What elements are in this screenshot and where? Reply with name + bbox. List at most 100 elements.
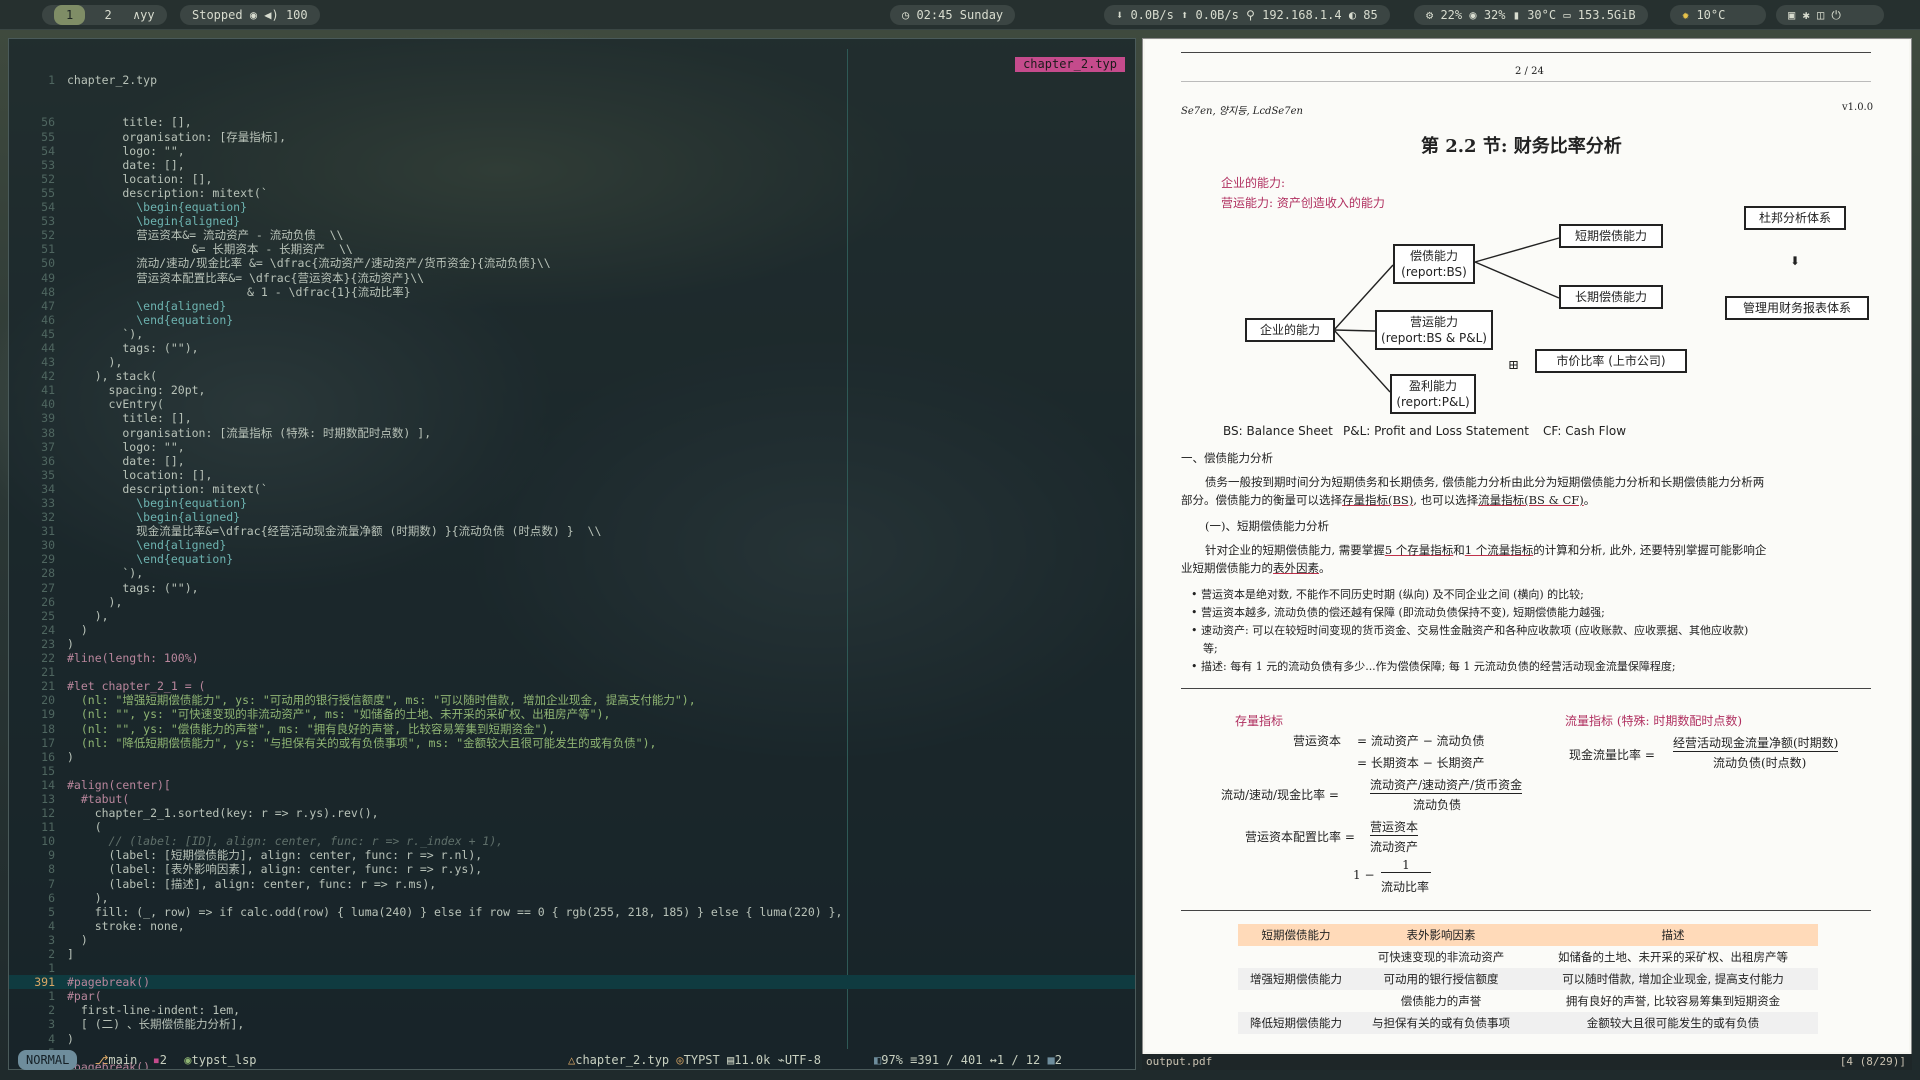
code-line[interactable]: 52 营运资本&= 流动资产 - 流动负债 \\ bbox=[9, 228, 1135, 242]
code-line[interactable]: 49 营运资本配置比率&= \dfrac{营运资本}{流动资产}\\ bbox=[9, 271, 1135, 285]
lock-icon[interactable]: ▣ bbox=[1788, 8, 1795, 22]
code-line[interactable]: 39 title: [], bbox=[9, 411, 1135, 425]
system-widget[interactable]: ⚙ 22% ◉ 32% ▮ 30°C ▭ 153.5GiB bbox=[1414, 5, 1648, 25]
p2-link-stock[interactable]: 5 个存量指标 bbox=[1385, 543, 1453, 557]
code-line[interactable]: 15 bbox=[9, 764, 1135, 778]
p2-link-offbalance[interactable]: 表外因素 bbox=[1273, 561, 1319, 575]
settings-icon[interactable]: ✱ bbox=[1802, 8, 1809, 22]
code-text: location: [], bbox=[67, 467, 213, 482]
code-area[interactable]: 1 chapter_2.typ 56 title: [], 55 organisat… bbox=[9, 45, 1135, 1069]
code-line[interactable]: 1 #par( bbox=[9, 989, 1135, 1003]
code-line[interactable]: 16) bbox=[9, 750, 1135, 764]
power-icon[interactable]: ⏻ bbox=[1831, 8, 1841, 22]
code-line[interactable]: 38 organisation: [流量指标 (特殊: 时期数配时点数) ], bbox=[9, 426, 1135, 440]
code-line[interactable]: 44 tags: (""), bbox=[9, 341, 1135, 355]
code-line[interactable]: 55 description: mitext(` bbox=[9, 186, 1135, 200]
code-line[interactable]: 11 ( bbox=[9, 820, 1135, 834]
code-line[interactable]: 53 \begin{aligned} bbox=[9, 214, 1135, 228]
code-line[interactable]: 51 &= 长期资本 - 长期资产 \\ bbox=[9, 242, 1135, 256]
music-widget[interactable]: Stopped ◉ ◀) 100 bbox=[180, 5, 320, 25]
code-line[interactable]: 14 #align(center)[ bbox=[9, 778, 1135, 792]
code-line[interactable]: 7 (label: [描述], align: center, func: r =… bbox=[9, 877, 1135, 891]
code-line[interactable]: 27 tags: (""), bbox=[9, 580, 1135, 595]
code-line[interactable]: 21 #let chapter_2_1 = ( bbox=[9, 679, 1135, 693]
code-line[interactable]: 53 date: [], bbox=[9, 158, 1135, 172]
status-line: NORMAL ⎇ main ▪ 2 ◉ typst_lsp △ chapter_… bbox=[8, 1050, 1136, 1070]
workspace-1[interactable]: 1 bbox=[54, 5, 86, 25]
code-line[interactable]: 34 description: mitext(` bbox=[9, 482, 1135, 496]
code-line[interactable]: 21 bbox=[9, 665, 1135, 679]
tray-widget[interactable]: ▣ ✱ ◫ ⏻ bbox=[1776, 5, 1884, 25]
p2-link-flow[interactable]: 1 个流量指标 bbox=[1465, 543, 1533, 557]
code-line[interactable]: 10 // (label: [ID], align: center, func:… bbox=[9, 834, 1135, 849]
code-line[interactable]: 45 `), bbox=[9, 327, 1135, 341]
line-number: 4 bbox=[48, 1031, 55, 1046]
code-line[interactable]: 26 ), bbox=[9, 595, 1135, 609]
code-line[interactable]: 22 #line(length: 100%) bbox=[9, 651, 1135, 666]
code-line[interactable]: 4) bbox=[9, 1031, 1135, 1046]
code-line[interactable]: 52 location: [], bbox=[9, 172, 1135, 186]
line-number: 19 bbox=[41, 707, 55, 722]
code-line[interactable]: 30 \end{aligned} bbox=[9, 538, 1135, 553]
code-line[interactable]: 54 \begin{equation} bbox=[9, 200, 1135, 214]
code-line[interactable]: 32 \begin{aligned} bbox=[9, 510, 1135, 524]
code-line[interactable]: 28 `), bbox=[9, 566, 1135, 580]
line-number: 22 bbox=[41, 651, 55, 666]
workspace-2[interactable]: 2 bbox=[104, 5, 111, 25]
cpu-usage: 22% bbox=[1440, 8, 1463, 22]
code-line[interactable]: 56 title: [], bbox=[9, 115, 1135, 129]
code-text: ) bbox=[67, 622, 88, 637]
code-line[interactable]: 41 spacing: 20pt, bbox=[9, 383, 1135, 397]
weather-widget[interactable]: ✹ 10°C bbox=[1670, 5, 1766, 25]
code-line[interactable]: 12 chapter_2_1.sorted(key: r => r.ys).re… bbox=[9, 806, 1135, 820]
code-line[interactable]: 36 date: [], bbox=[9, 454, 1135, 468]
code-line[interactable]: 40 cvEntry( bbox=[9, 397, 1135, 411]
workspace-switcher[interactable]: 1 2 ∧yy bbox=[42, 5, 167, 25]
code-line[interactable]: 33 \begin{equation} bbox=[9, 496, 1135, 510]
code-line[interactable]: 9 (label: [短期偿债能力], align: center, func:… bbox=[9, 848, 1135, 862]
code-line[interactable]: 2 first-line-indent: 1em, bbox=[9, 1003, 1135, 1017]
code-line[interactable]: 20 (nl: "增强短期偿债能力", ys: "可动用的银行授信额度", ms… bbox=[9, 693, 1135, 707]
pdf-page[interactable]: 2 / 24 Se7en, 양지등, LcdSe7en v1.0.0 第 2.2… bbox=[1145, 40, 1909, 1052]
p1-link-stock[interactable]: 存量指标(BS) bbox=[1342, 493, 1413, 507]
code-text: // (label: [ID], align: center, func: r … bbox=[67, 834, 504, 849]
code-line[interactable]: 4 stroke: none, bbox=[9, 919, 1135, 933]
code-line[interactable]: 50 流动/速动/现金比率 &= \dfrac{流动资产/速动资产/货币资金}{… bbox=[9, 256, 1135, 270]
code-line[interactable]: 23) bbox=[9, 637, 1135, 651]
line-number: 27 bbox=[41, 580, 55, 595]
code-line[interactable]: 48 & 1 - \dfrac{1}{流动比率} bbox=[9, 285, 1135, 299]
code-line[interactable]: 8 (label: [表外影响因素], align: center, func:… bbox=[9, 862, 1135, 876]
code-line[interactable]: 3 [ (二) 、长期偿债能力分析], bbox=[9, 1017, 1135, 1031]
p1-link-flow[interactable]: 流量指标(BS & CF) bbox=[1478, 493, 1584, 507]
code-line[interactable]: 24 ) bbox=[9, 622, 1135, 637]
code-line[interactable]: 43 ), bbox=[9, 355, 1135, 369]
code-line[interactable]: 17 (nl: "降低短期偿债能力", ys: "与担保有关的或有负债事项", … bbox=[9, 736, 1135, 750]
code-line[interactable]: 18 (nl: "", ys: "偿债能力的声誉", ms: "拥有良好的声誉,… bbox=[9, 722, 1135, 736]
code-line[interactable]: 5 fill: (_, row) => if calc.odd(row) { l… bbox=[9, 905, 1135, 919]
display-icon[interactable]: ◫ bbox=[1817, 8, 1824, 22]
code-line[interactable]: 42 ), stack( bbox=[9, 369, 1135, 383]
code-line[interactable]: 35 location: [], bbox=[9, 467, 1135, 482]
code-line[interactable]: 31 现金流量比率&=\dfrac{经营活动现金流量净额 (时期数) }{流动负… bbox=[9, 524, 1135, 538]
code-editor[interactable]: chapter_2.typ 1 chapter_2.typ 56 title: [… bbox=[8, 38, 1136, 1070]
code-line[interactable]: 47 \end{aligned} bbox=[9, 299, 1135, 313]
clock-widget[interactable]: ◷ 02:45 Sunday bbox=[890, 5, 1016, 25]
node-market: 市价比率 (上市公司) bbox=[1535, 349, 1687, 373]
code-line[interactable]: 3 ) bbox=[9, 933, 1135, 947]
percent-icon: ◧ bbox=[874, 1053, 882, 1067]
code-line[interactable]: 1 chapter_2.typ bbox=[9, 73, 1135, 87]
code-line[interactable]: 29 \end{equation} bbox=[9, 552, 1135, 566]
code-line[interactable]: 2] bbox=[9, 947, 1135, 961]
network-widget[interactable]: ⬇ 0.0B/s ⬆ 0.0B/s ⚲ 192.168.1.4 ◐ 85 bbox=[1104, 5, 1390, 25]
code-line[interactable]: 55 organisation: [存量指标], bbox=[9, 130, 1135, 144]
code-line[interactable]: 391 #pagebreak() bbox=[9, 975, 1135, 990]
code-line[interactable]: 6 ), bbox=[9, 891, 1135, 905]
code-line[interactable]: 1 bbox=[9, 961, 1135, 975]
code-line[interactable]: 37 logo: "", bbox=[9, 440, 1135, 454]
code-line[interactable]: 19 (nl: "", ys: "可快速变现的非流动资产", ms: "如储备的… bbox=[9, 707, 1135, 722]
code-line[interactable]: 54 logo: "", bbox=[9, 144, 1135, 158]
code-line[interactable]: 13 #tabut( bbox=[9, 792, 1135, 806]
code-line[interactable]: 25 ), bbox=[9, 609, 1135, 623]
code-text: \end{aligned} bbox=[67, 538, 227, 553]
code-line[interactable]: 46 \end{equation} bbox=[9, 313, 1135, 327]
